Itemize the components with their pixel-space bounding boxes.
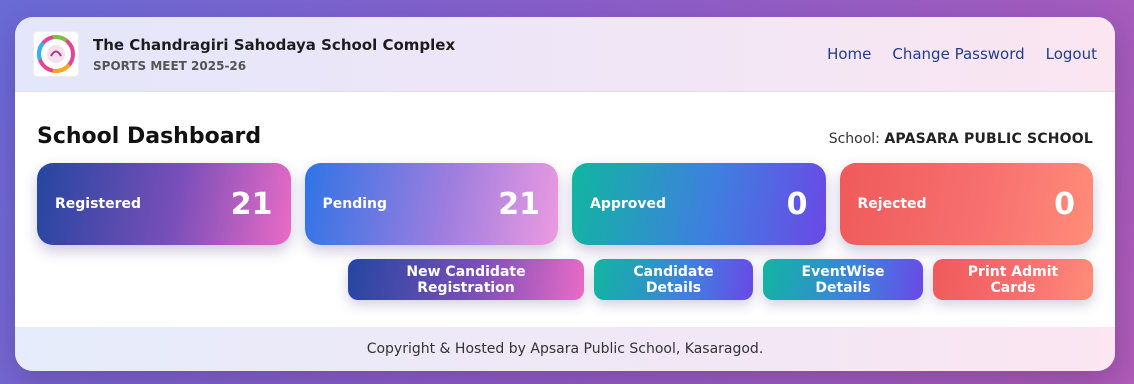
nav-home-link[interactable]: Home: [827, 45, 871, 63]
stat-value: 21: [230, 186, 273, 222]
brand-title: The Chandragiri Sahodaya School Complex: [93, 35, 456, 54]
school-prefix: School:: [828, 131, 880, 147]
stat-card-approved: Approved 0: [572, 163, 826, 245]
stat-label: Pending: [322, 196, 388, 212]
top-navbar: The Chandragiri Sahodaya School Complex …: [15, 17, 1115, 92]
new-candidate-registration-button[interactable]: New Candidate Registration: [348, 259, 584, 300]
dashboard-card: The Chandragiri Sahodaya School Complex …: [15, 17, 1115, 371]
stat-card-rejected: Rejected 0: [839, 163, 1093, 245]
page-title: School Dashboard: [37, 124, 262, 149]
stat-card-registered: Registered 21: [37, 163, 291, 245]
stat-value: 0: [1054, 186, 1075, 222]
title-row: School Dashboard School: APASARA PUBLIC …: [37, 92, 1093, 149]
school-logo-icon[interactable]: [33, 31, 79, 77]
nav-logout-link[interactable]: Logout: [1046, 45, 1097, 63]
stat-label: Approved: [590, 196, 667, 212]
brand-block: The Chandragiri Sahodaya School Complex …: [93, 36, 455, 73]
stat-value: 0: [786, 186, 808, 222]
main-nav: Home Change Password Logout: [827, 45, 1097, 63]
print-admit-cards-button[interactable]: Print Admit Cards: [933, 259, 1093, 300]
stats-row: Registered 21 Pending 21 Approved 0 Reje…: [37, 163, 1093, 245]
action-buttons: New Candidate Registration Candidate Det…: [37, 259, 1093, 300]
school-name: APASARA PUBLIC SCHOOL: [884, 131, 1093, 147]
nav-change-password-link[interactable]: Change Password: [892, 45, 1024, 63]
brand-subtitle: SPORTS MEET 2025-26: [93, 58, 247, 73]
main-content: School Dashboard School: APASARA PUBLIC …: [15, 92, 1115, 327]
stat-value: 21: [498, 186, 540, 222]
stat-label: Rejected: [857, 196, 927, 212]
stat-label: Registered: [55, 196, 142, 212]
footer: Copyright & Hosted by Apsara Public Scho…: [15, 327, 1115, 371]
candidate-details-button[interactable]: Candidate Details: [594, 259, 753, 300]
footer-text: Copyright & Hosted by Apsara Public Scho…: [366, 341, 764, 357]
school-info: School: APASARA PUBLIC SCHOOL: [829, 131, 1093, 147]
stat-card-pending: Pending 21: [304, 163, 558, 245]
eventwise-details-button[interactable]: EventWise Details: [763, 259, 923, 300]
